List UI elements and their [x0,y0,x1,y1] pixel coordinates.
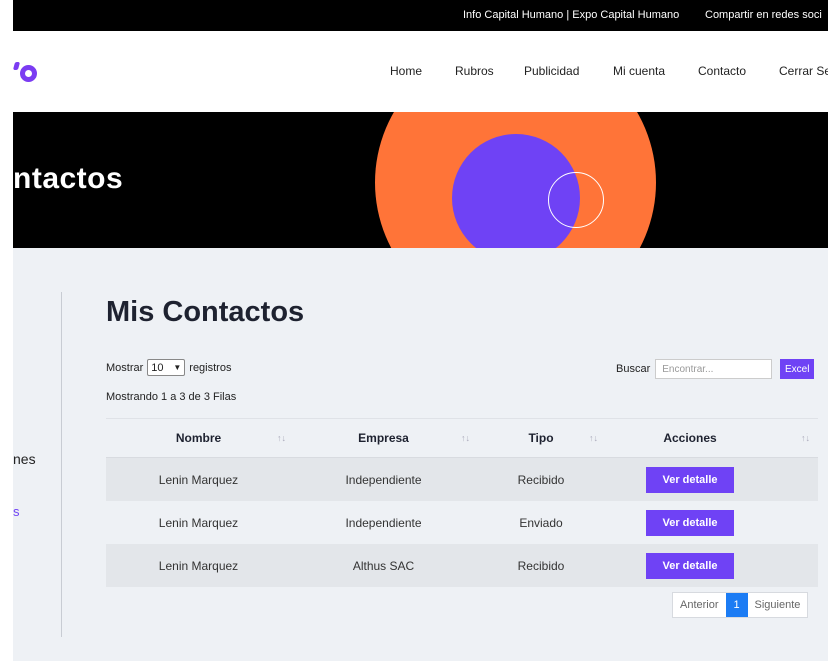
pagination-prev[interactable]: Anterior [673,593,726,617]
length-select[interactable]: 10 ▼ [147,359,186,376]
site-header: Home Rubros Publicidad Mi cuenta Contact… [13,31,828,112]
header-tipo[interactable]: Tipo [476,419,606,457]
sort-icon[interactable]: ↑↓ [589,433,598,443]
length-prefix: Mostrar [106,361,144,374]
cell-acciones: Ver detalle [606,544,818,587]
cell-acciones: Ver detalle [606,501,818,544]
sidebar-heading: nes [13,451,36,467]
page-title: Mis Contactos [106,296,305,328]
info-capital-link[interactable]: Info Capital Humano | Expo Capital Human… [463,9,679,21]
nav-item-home[interactable]: Home [390,64,422,78]
chevron-down-icon: ▼ [173,363,182,372]
ver-detalle-button[interactable]: Ver detalle [646,509,734,536]
cell-empresa: Independiente [345,472,422,487]
sort-icon[interactable]: ↑↓ [461,433,470,443]
cell-tipo: Enviado [519,515,563,530]
sidebar-divider [61,292,62,637]
top-bar: Info Capital Humano | Expo Capital Human… [13,0,828,31]
pagination-page-1[interactable]: 1 [725,593,748,617]
cell-empresa: Althus SAC [352,558,415,573]
table-row: Lenin Marquez Independiente Recibido Ver… [106,458,818,501]
table-row: Lenin Marquez Independiente Enviado Ver … [106,501,818,544]
cell-tipo: Recibido [517,558,565,573]
header-acciones[interactable]: Acciones [606,419,818,457]
length-value: 10 [151,361,164,374]
nav-item-rubros[interactable]: Rubros [455,64,494,78]
nav-item-publicidad[interactable]: Publicidad [524,64,579,78]
nav-item-mi-cuenta[interactable]: Mi cuenta [613,64,665,78]
logo-tick [13,62,21,70]
page-edge [0,0,13,661]
search-label: Buscar [616,363,651,375]
header-nombre[interactable]: Nombre [106,419,291,457]
table-row: Lenin Marquez Althus SAC Recibido Ver de… [106,544,818,587]
search-control: Buscar Excel [616,359,815,379]
hero-outline-circle [548,172,604,228]
cell-tipo: Recibido [517,472,565,487]
cell-nombre: Lenin Marquez [158,472,239,487]
share-social-link[interactable]: Compartir en redes soci [705,9,822,21]
pagination-next[interactable]: Siguiente [748,593,808,617]
cell-nombre: Lenin Marquez [158,558,239,573]
length-suffix: registros [189,361,232,374]
sidebar-link[interactable]: s [13,504,20,519]
cell-empresa: Independiente [345,515,422,530]
hero-banner: ntactos [13,112,828,248]
content-area: nes s Mis Contactos Mostrar 10 ▼ registr… [13,248,828,661]
ver-detalle-button[interactable]: Ver detalle [646,466,734,493]
nav-item-cerrar-sesion[interactable]: Cerrar Se [779,64,828,78]
nav-item-contacto[interactable]: Contacto [698,64,746,78]
pagination: Anterior 1 Siguiente [672,592,809,618]
hero-title: ntactos [13,162,124,195]
header-empresa[interactable]: Empresa [291,419,476,457]
sort-icon[interactable]: ↑↓ [801,433,810,443]
search-input[interactable] [655,359,773,379]
excel-export-button[interactable]: Excel [780,359,815,379]
length-control: Mostrar 10 ▼ registros [106,359,231,376]
cell-nombre: Lenin Marquez [158,515,239,530]
logo-ring [20,65,37,82]
ver-detalle-button[interactable]: Ver detalle [646,552,734,579]
sort-icon[interactable]: ↑↓ [277,433,286,443]
contacts-table: Nombre ↑↓ Empresa ↑↓ Tipo ↑↓ Acciones ↑↓… [106,418,818,587]
table-info: Mostrando 1 a 3 de 3 Filas [106,391,237,403]
table-header-row: Nombre ↑↓ Empresa ↑↓ Tipo ↑↓ Acciones ↑↓ [106,418,818,458]
cell-acciones: Ver detalle [606,458,818,501]
brand-logo-icon[interactable] [13,59,43,89]
